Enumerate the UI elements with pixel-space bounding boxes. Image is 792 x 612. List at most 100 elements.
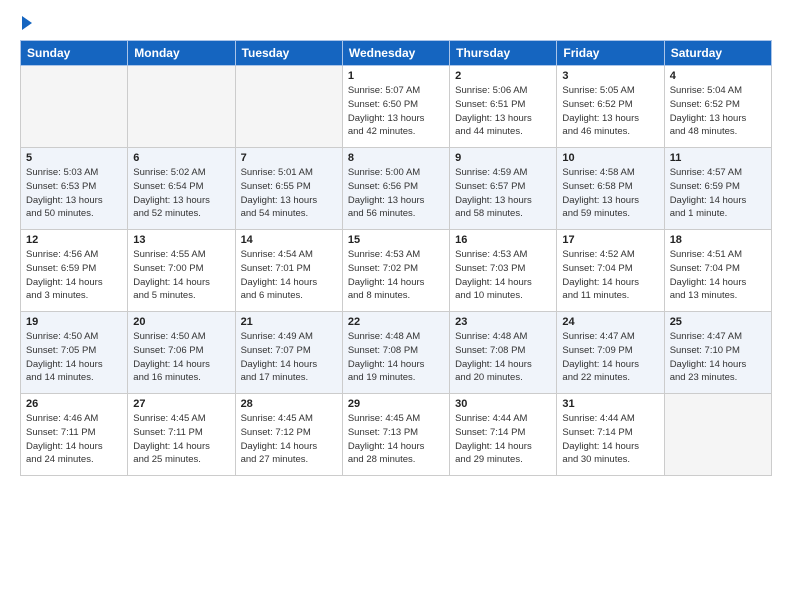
calendar-cell: 14 Sunrise: 4:54 AM Sunset: 7:01 PM Dayli… — [235, 230, 342, 312]
weekday-header-wednesday: Wednesday — [342, 41, 449, 66]
day-number: 22 — [348, 316, 444, 328]
calendar-cell: 8 Sunrise: 5:00 AM Sunset: 6:56 PM Daylig… — [342, 148, 449, 230]
calendar-cell: 11 Sunrise: 4:57 AM Sunset: 6:59 PM Dayli… — [664, 148, 771, 230]
day-number: 7 — [241, 152, 337, 164]
calendar-cell: 9 Sunrise: 4:59 AM Sunset: 6:57 PM Daylig… — [450, 148, 557, 230]
day-number: 12 — [26, 234, 122, 246]
calendar-cell: 20 Sunrise: 4:50 AM Sunset: 7:06 PM Dayli… — [128, 312, 235, 394]
calendar-cell — [235, 66, 342, 148]
day-number: 18 — [670, 234, 766, 246]
calendar-cell: 28 Sunrise: 4:45 AM Sunset: 7:12 PM Dayli… — [235, 394, 342, 476]
day-info: Sunrise: 4:51 AM Sunset: 7:04 PM Dayligh… — [670, 248, 766, 303]
day-number: 4 — [670, 70, 766, 82]
day-number: 21 — [241, 316, 337, 328]
calendar-cell — [128, 66, 235, 148]
weekday-header-thursday: Thursday — [450, 41, 557, 66]
day-info: Sunrise: 4:49 AM Sunset: 7:07 PM Dayligh… — [241, 330, 337, 385]
calendar-cell: 16 Sunrise: 4:53 AM Sunset: 7:03 PM Dayli… — [450, 230, 557, 312]
weekday-header-saturday: Saturday — [664, 41, 771, 66]
calendar-cell: 24 Sunrise: 4:47 AM Sunset: 7:09 PM Dayli… — [557, 312, 664, 394]
day-number: 19 — [26, 316, 122, 328]
day-info: Sunrise: 5:07 AM Sunset: 6:50 PM Dayligh… — [348, 84, 444, 139]
day-number: 20 — [133, 316, 229, 328]
day-info: Sunrise: 4:45 AM Sunset: 7:12 PM Dayligh… — [241, 412, 337, 467]
day-number: 17 — [562, 234, 658, 246]
day-info: Sunrise: 4:48 AM Sunset: 7:08 PM Dayligh… — [348, 330, 444, 385]
logo-arrow-icon — [22, 16, 32, 30]
day-info: Sunrise: 4:59 AM Sunset: 6:57 PM Dayligh… — [455, 166, 551, 221]
calendar-cell: 25Sunrise: 4:47 AM Sunset: 7:10 PM Dayli… — [664, 312, 771, 394]
day-info: Sunrise: 4:44 AM Sunset: 7:14 PM Dayligh… — [562, 412, 658, 467]
calendar-cell: 27 Sunrise: 4:45 AM Sunset: 7:11 PM Dayli… — [128, 394, 235, 476]
day-info: Sunrise: 4:50 AM Sunset: 7:05 PM Dayligh… — [26, 330, 122, 385]
day-info: Sunrise: 4:57 AM Sunset: 6:59 PM Dayligh… — [670, 166, 766, 221]
logo-text — [20, 16, 32, 30]
day-number: 6 — [133, 152, 229, 164]
day-info: Sunrise: 4:56 AM Sunset: 6:59 PM Dayligh… — [26, 248, 122, 303]
calendar-cell: 18 Sunrise: 4:51 AM Sunset: 7:04 PM Dayli… — [664, 230, 771, 312]
day-info: Sunrise: 5:03 AM Sunset: 6:53 PM Dayligh… — [26, 166, 122, 221]
day-info: Sunrise: 4:48 AM Sunset: 7:08 PM Dayligh… — [455, 330, 551, 385]
day-info: Sunrise: 5:02 AM Sunset: 6:54 PM Dayligh… — [133, 166, 229, 221]
day-number: 14 — [241, 234, 337, 246]
day-info: Sunrise: 5:00 AM Sunset: 6:56 PM Dayligh… — [348, 166, 444, 221]
day-number: 27 — [133, 398, 229, 410]
day-number: 26 — [26, 398, 122, 410]
day-info: Sunrise: 4:44 AM Sunset: 7:14 PM Dayligh… — [455, 412, 551, 467]
day-number: 16 — [455, 234, 551, 246]
calendar-cell: 22 Sunrise: 4:48 AM Sunset: 7:08 PM Dayli… — [342, 312, 449, 394]
day-number: 8 — [348, 152, 444, 164]
day-info: Sunrise: 4:46 AM Sunset: 7:11 PM Dayligh… — [26, 412, 122, 467]
calendar-cell: 21 Sunrise: 4:49 AM Sunset: 7:07 PM Dayli… — [235, 312, 342, 394]
day-number: 24 — [562, 316, 658, 328]
weekday-header-sunday: Sunday — [21, 41, 128, 66]
calendar-cell: 17 Sunrise: 4:52 AM Sunset: 7:04 PM Dayli… — [557, 230, 664, 312]
day-info: Sunrise: 5:04 AM Sunset: 6:52 PM Dayligh… — [670, 84, 766, 139]
weekday-header-tuesday: Tuesday — [235, 41, 342, 66]
calendar-week-2: 5 Sunrise: 5:03 AM Sunset: 6:53 PM Daylig… — [21, 148, 772, 230]
calendar-cell: 6 Sunrise: 5:02 AM Sunset: 6:54 PM Daylig… — [128, 148, 235, 230]
day-number: 10 — [562, 152, 658, 164]
day-info: Sunrise: 5:01 AM Sunset: 6:55 PM Dayligh… — [241, 166, 337, 221]
day-number: 30 — [455, 398, 551, 410]
calendar-cell: 3Sunrise: 5:05 AM Sunset: 6:52 PM Daylig… — [557, 66, 664, 148]
calendar-cell — [664, 394, 771, 476]
day-number: 31 — [562, 398, 658, 410]
day-number: 29 — [348, 398, 444, 410]
day-info: Sunrise: 5:06 AM Sunset: 6:51 PM Dayligh… — [455, 84, 551, 139]
weekday-header-monday: Monday — [128, 41, 235, 66]
calendar-cell — [21, 66, 128, 148]
calendar-cell: 23Sunrise: 4:48 AM Sunset: 7:08 PM Dayli… — [450, 312, 557, 394]
day-number: 28 — [241, 398, 337, 410]
day-info: Sunrise: 5:05 AM Sunset: 6:52 PM Dayligh… — [562, 84, 658, 139]
day-info: Sunrise: 4:58 AM Sunset: 6:58 PM Dayligh… — [562, 166, 658, 221]
day-info: Sunrise: 4:54 AM Sunset: 7:01 PM Dayligh… — [241, 248, 337, 303]
calendar-cell: 19 Sunrise: 4:50 AM Sunset: 7:05 PM Dayli… — [21, 312, 128, 394]
day-number: 11 — [670, 152, 766, 164]
day-info: Sunrise: 4:50 AM Sunset: 7:06 PM Dayligh… — [133, 330, 229, 385]
day-number: 9 — [455, 152, 551, 164]
day-info: Sunrise: 4:47 AM Sunset: 7:09 PM Dayligh… — [562, 330, 658, 385]
calendar-cell: 12 Sunrise: 4:56 AM Sunset: 6:59 PM Dayli… — [21, 230, 128, 312]
day-info: Sunrise: 4:45 AM Sunset: 7:11 PM Dayligh… — [133, 412, 229, 467]
day-info: Sunrise: 4:53 AM Sunset: 7:03 PM Dayligh… — [455, 248, 551, 303]
calendar-week-4: 19 Sunrise: 4:50 AM Sunset: 7:05 PM Dayli… — [21, 312, 772, 394]
day-number: 15 — [348, 234, 444, 246]
day-number: 1 — [348, 70, 444, 82]
day-number: 2 — [455, 70, 551, 82]
calendar-cell: 1 Sunrise: 5:07 AM Sunset: 6:50 PM Daylig… — [342, 66, 449, 148]
day-number: 5 — [26, 152, 122, 164]
day-info: Sunrise: 4:52 AM Sunset: 7:04 PM Dayligh… — [562, 248, 658, 303]
day-number: 13 — [133, 234, 229, 246]
day-info: Sunrise: 4:55 AM Sunset: 7:00 PM Dayligh… — [133, 248, 229, 303]
calendar-cell: 5 Sunrise: 5:03 AM Sunset: 6:53 PM Daylig… — [21, 148, 128, 230]
calendar-cell: 4 Sunrise: 5:04 AM Sunset: 6:52 PM Daylig… — [664, 66, 771, 148]
calendar-cell: 13 Sunrise: 4:55 AM Sunset: 7:00 PM Dayli… — [128, 230, 235, 312]
calendar-week-1: 1 Sunrise: 5:07 AM Sunset: 6:50 PM Daylig… — [21, 66, 772, 148]
calendar-cell: 15 Sunrise: 4:53 AM Sunset: 7:02 PM Dayli… — [342, 230, 449, 312]
calendar: SundayMondayTuesdayWednesdayThursdayFrid… — [20, 40, 772, 476]
day-info: Sunrise: 4:53 AM Sunset: 7:02 PM Dayligh… — [348, 248, 444, 303]
day-info: Sunrise: 4:45 AM Sunset: 7:13 PM Dayligh… — [348, 412, 444, 467]
calendar-week-5: 26 Sunrise: 4:46 AM Sunset: 7:11 PM Dayli… — [21, 394, 772, 476]
page: SundayMondayTuesdayWednesdayThursdayFrid… — [0, 0, 792, 612]
